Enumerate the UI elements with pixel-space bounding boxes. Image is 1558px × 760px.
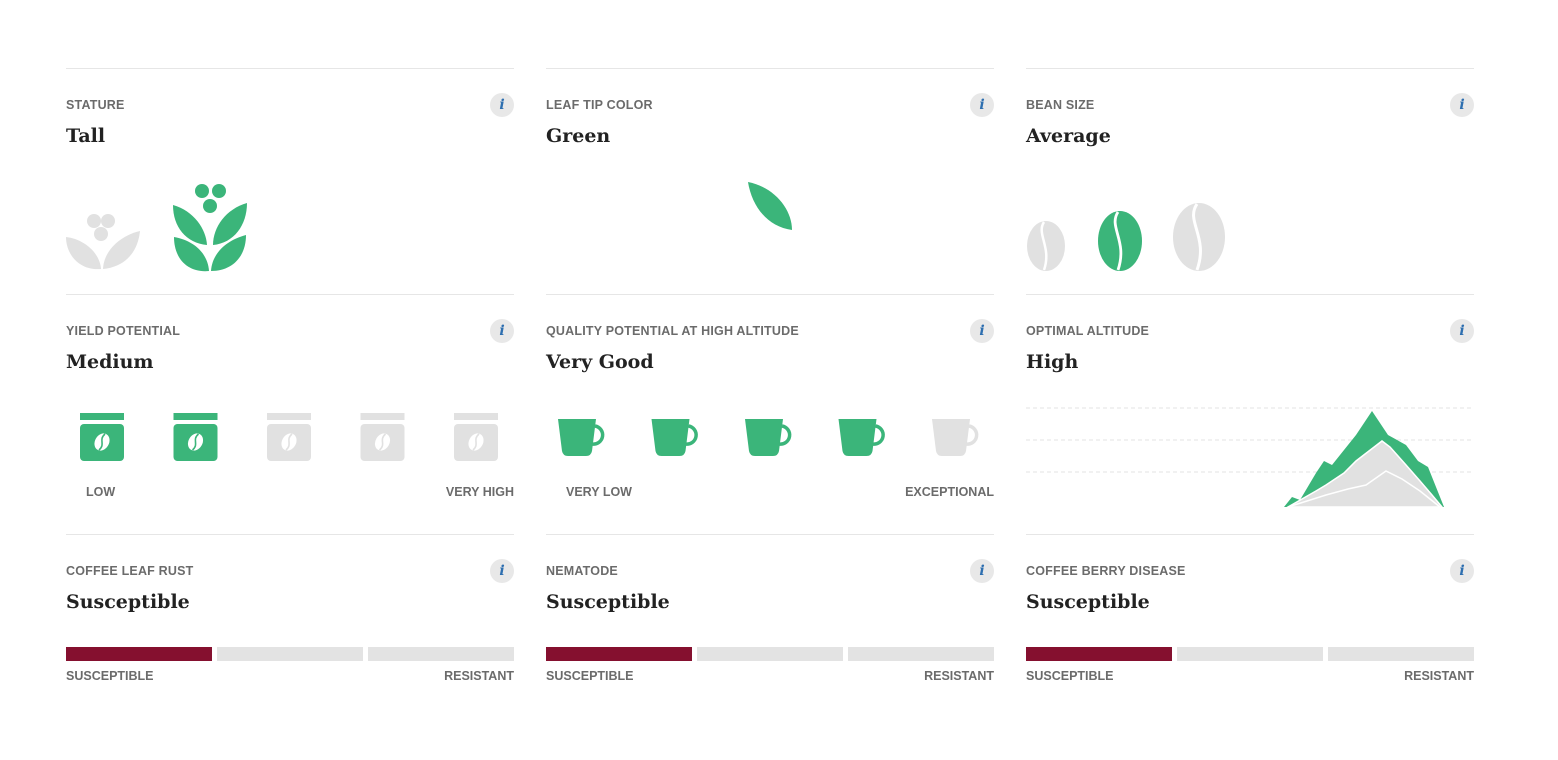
coffee-cup-icon <box>651 419 698 456</box>
leaf-rust-value: Susceptible <box>66 591 190 613</box>
berry-disease-segment-2 <box>1177 647 1323 661</box>
yield-bag-icons <box>80 413 498 461</box>
characteristics-grid: STATURE Tall i LEAF TIP COLOR Green i BE… <box>66 68 1474 724</box>
coffee-cup-icon <box>745 419 792 456</box>
large-bean-icon <box>1173 203 1225 271</box>
nematode-value: Susceptible <box>546 591 670 613</box>
yield-card: YIELD POTENTIAL Medium i LOW VERY HIGH <box>66 294 514 534</box>
quality-cup-icons <box>558 419 979 456</box>
coffee-cup-icon <box>558 419 605 456</box>
leaf-rust-high-label: RESISTANT <box>444 669 514 683</box>
leaf-rust-card: COFFEE LEAF RUST Susceptible i SUSCEPTIB… <box>66 534 514 724</box>
bean-icons <box>1027 203 1225 271</box>
nematode-card: NEMATODE Susceptible i SUSCEPTIBLE RESIS… <box>546 534 994 724</box>
mountain-icon <box>1026 407 1474 508</box>
leaf-rust-scale <box>66 647 514 661</box>
quality-card: QUALITY POTENTIAL AT HIGH ALTITUDE Very … <box>546 294 994 534</box>
berry-disease-segment-1 <box>1026 647 1172 661</box>
coffee-bag-icon <box>80 413 124 461</box>
bean-size-card: BEAN SIZE Average i <box>1026 68 1474 294</box>
berry-disease-low-label: SUSCEPTIBLE <box>1026 669 1114 683</box>
coffee-bag-icon <box>454 413 498 461</box>
berry-disease-value: Susceptible <box>1026 591 1150 613</box>
leaf-tip-card: LEAF TIP COLOR Green i <box>546 68 994 294</box>
berry-disease-segment-3 <box>1328 647 1474 661</box>
stature-icons <box>66 184 247 272</box>
coffee-bag-icon <box>267 413 311 461</box>
coffee-bag-icon <box>173 413 218 461</box>
coffee-cup-icon <box>838 419 885 456</box>
leaf-rust-info-icon[interactable]: i <box>490 559 514 583</box>
short-plant-icon <box>66 214 140 270</box>
berry-disease-high-label: RESISTANT <box>1404 669 1474 683</box>
nematode-high-label: RESISTANT <box>924 669 994 683</box>
average-bean-icon <box>1098 211 1142 271</box>
berry-disease-card: COFFEE BERRY DISEASE Susceptible i SUSCE… <box>1026 534 1474 724</box>
berry-disease-scale <box>1026 647 1474 661</box>
leaf-rust-segment-2 <box>217 647 363 661</box>
yield-high-label: VERY HIGH <box>445 485 514 499</box>
yield-low-label: LOW <box>86 485 116 499</box>
green-leaf-icon <box>748 182 792 230</box>
nematode-low-label: SUSCEPTIBLE <box>546 669 634 683</box>
nematode-info-icon[interactable]: i <box>970 559 994 583</box>
quality-low-label: VERY LOW <box>566 485 632 499</box>
leaf-rust-segment-3 <box>368 647 514 661</box>
coffee-bag-icon <box>360 413 405 461</box>
nematode-segment-1 <box>546 647 692 661</box>
nematode-segment-2 <box>697 647 843 661</box>
stature-card: STATURE Tall i <box>66 68 514 294</box>
quality-high-label: EXCEPTIONAL <box>905 485 994 499</box>
nematode-label: NEMATODE <box>546 564 618 578</box>
nematode-segment-3 <box>848 647 994 661</box>
coffee-cup-icon <box>932 419 979 456</box>
berry-disease-info-icon[interactable]: i <box>1450 559 1474 583</box>
leaf-rust-low-label: SUSCEPTIBLE <box>66 669 154 683</box>
leaf-rust-label: COFFEE LEAF RUST <box>66 564 194 578</box>
berry-disease-label: COFFEE BERRY DISEASE <box>1026 564 1186 578</box>
leaf-rust-segment-1 <box>66 647 212 661</box>
nematode-scale <box>546 647 994 661</box>
tall-plant-icon <box>173 184 247 272</box>
altitude-card: OPTIMAL ALTITUDE High i <box>1026 294 1474 534</box>
small-bean-icon <box>1027 221 1065 271</box>
